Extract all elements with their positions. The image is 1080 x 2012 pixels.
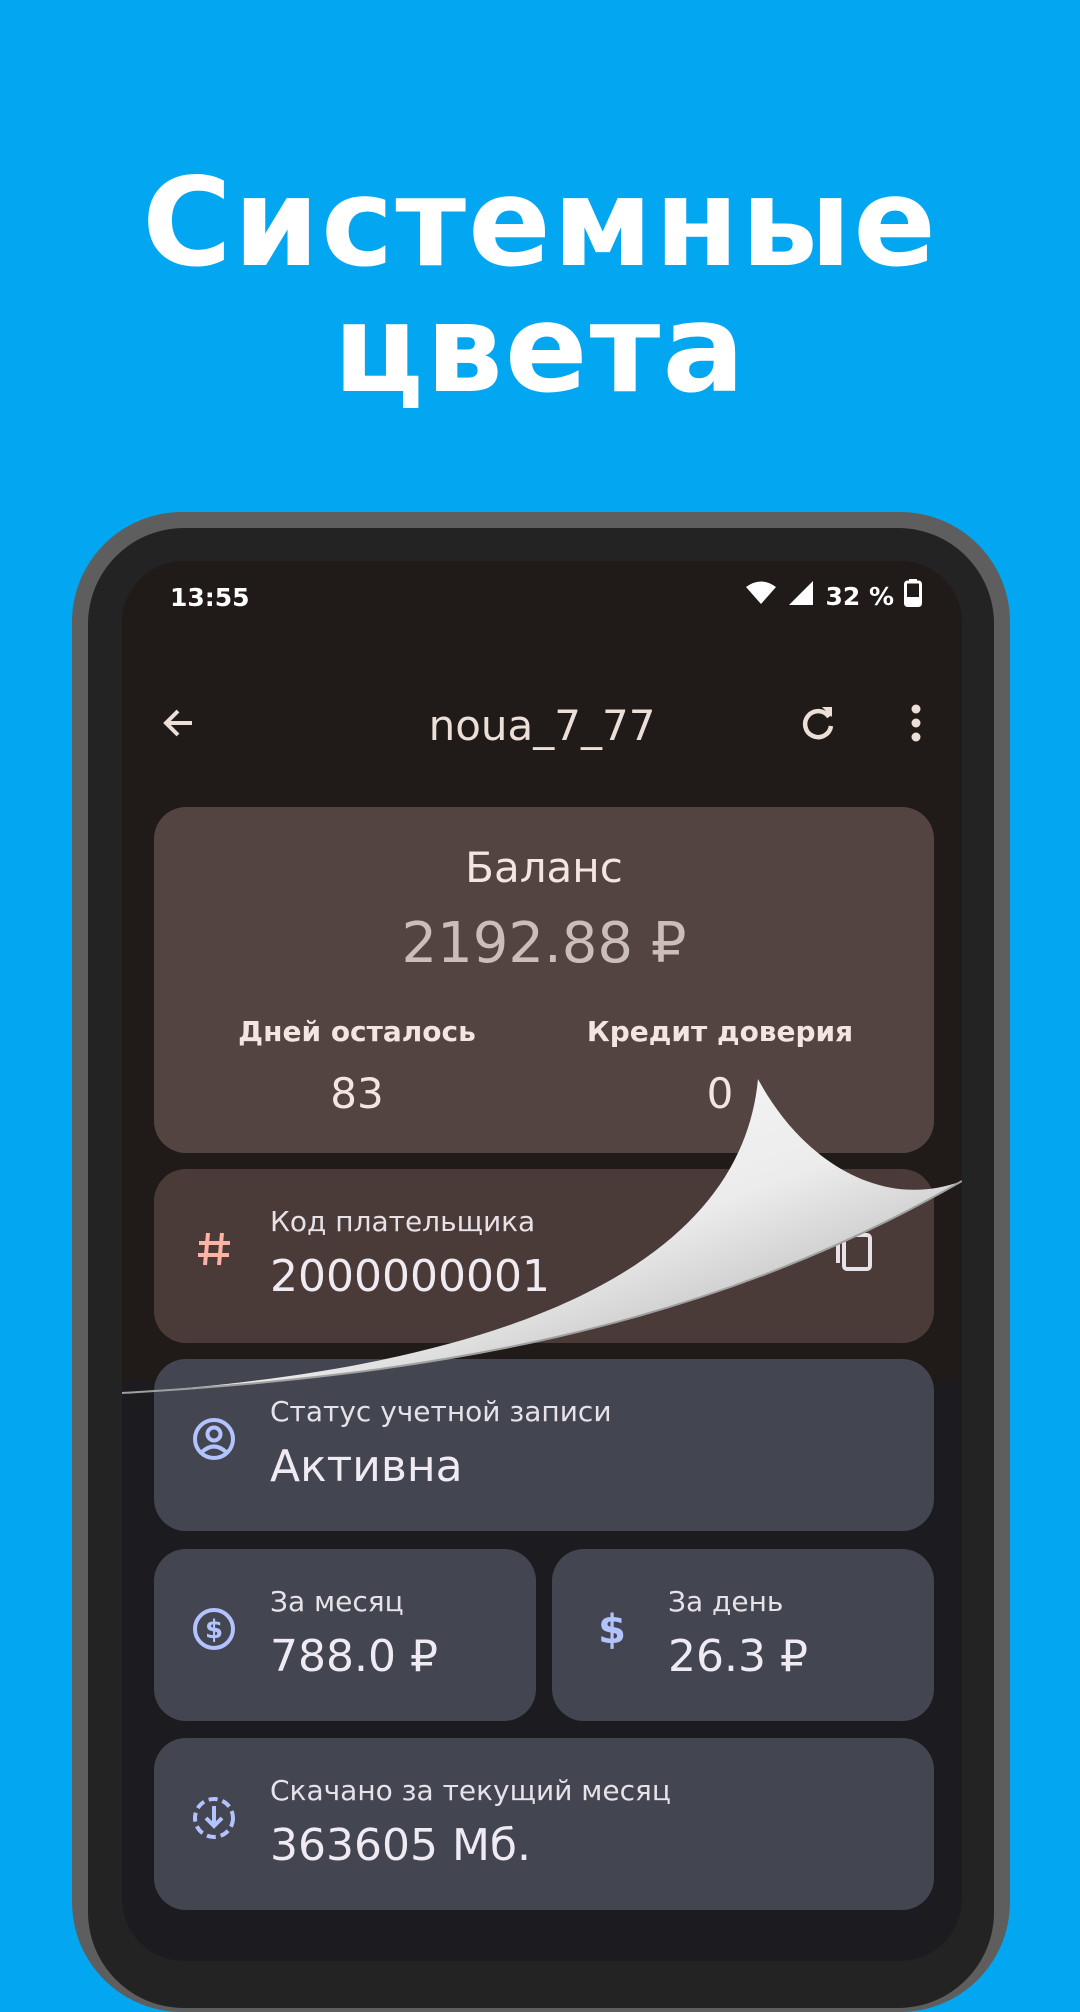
- status-bar: 13:55 32 %: [122, 561, 962, 637]
- month-card: $ За месяц 788.0 ₽: [154, 1549, 536, 1721]
- day-label: За день: [668, 1585, 784, 1618]
- balance-value: 2192.88 ₽: [401, 911, 687, 976]
- app-bar: noua_7_77: [122, 681, 962, 771]
- trust-credit-label: Кредит доверия: [586, 1015, 854, 1048]
- dollar-circle-icon: $: [186, 1601, 242, 1657]
- days-left-label: Дней осталось: [238, 1015, 476, 1048]
- trust-credit-value: 0: [706, 1069, 734, 1118]
- copy-icon[interactable]: [836, 1223, 876, 1279]
- days-left-value: 83: [330, 1069, 384, 1118]
- month-label: За месяц: [270, 1585, 404, 1618]
- phone-screen: 13:55 32 % noua_7_77 Баланс 2192.88 ₽ Дн…: [122, 561, 962, 1961]
- refresh-button[interactable]: [788, 695, 848, 755]
- day-value: 26.3 ₽: [668, 1631, 808, 1682]
- account-status-label: Статус учетной записи: [270, 1395, 612, 1428]
- account-status-value: Активна: [270, 1441, 463, 1492]
- battery-icon: [904, 579, 922, 613]
- dollar-icon: $: [584, 1601, 640, 1657]
- day-card: $ За день 26.3 ₽: [552, 1549, 934, 1721]
- download-icon: [186, 1790, 242, 1846]
- download-label: Скачано за текущий месяц: [270, 1774, 671, 1807]
- wifi-icon: [745, 580, 777, 612]
- svg-text:$: $: [598, 1607, 626, 1651]
- headline-line-1: Системные: [142, 152, 938, 294]
- payer-code-label: Код плательщика: [270, 1205, 536, 1238]
- account-status-card: Статус учетной записи Активна: [154, 1359, 934, 1531]
- month-value: 788.0 ₽: [270, 1631, 438, 1682]
- headline-line-2: цвета: [333, 278, 747, 420]
- payer-code-card[interactable]: Код плательщика 2000000001: [154, 1169, 934, 1343]
- more-vert-icon: [910, 703, 922, 747]
- refresh-icon: [798, 703, 838, 747]
- payer-code-value: 2000000001: [270, 1251, 550, 1302]
- status-indicators: 32 %: [745, 579, 922, 613]
- battery-percent: 32 %: [825, 581, 894, 611]
- signal-icon: [787, 579, 815, 613]
- balance-card: Баланс 2192.88 ₽ Дней осталось 83 Кредит…: [154, 807, 934, 1153]
- account-circle-icon: [186, 1411, 242, 1467]
- svg-text:$: $: [205, 1615, 223, 1645]
- status-time: 13:55: [170, 583, 250, 612]
- more-options-button[interactable]: [886, 695, 946, 755]
- hash-icon: [186, 1221, 242, 1277]
- download-value: 363605 Мб.: [270, 1820, 532, 1871]
- headline: Системные цвета: [0, 160, 1080, 412]
- download-card: Скачано за текущий месяц 363605 Мб.: [154, 1738, 934, 1910]
- balance-label: Баланс: [465, 843, 623, 892]
